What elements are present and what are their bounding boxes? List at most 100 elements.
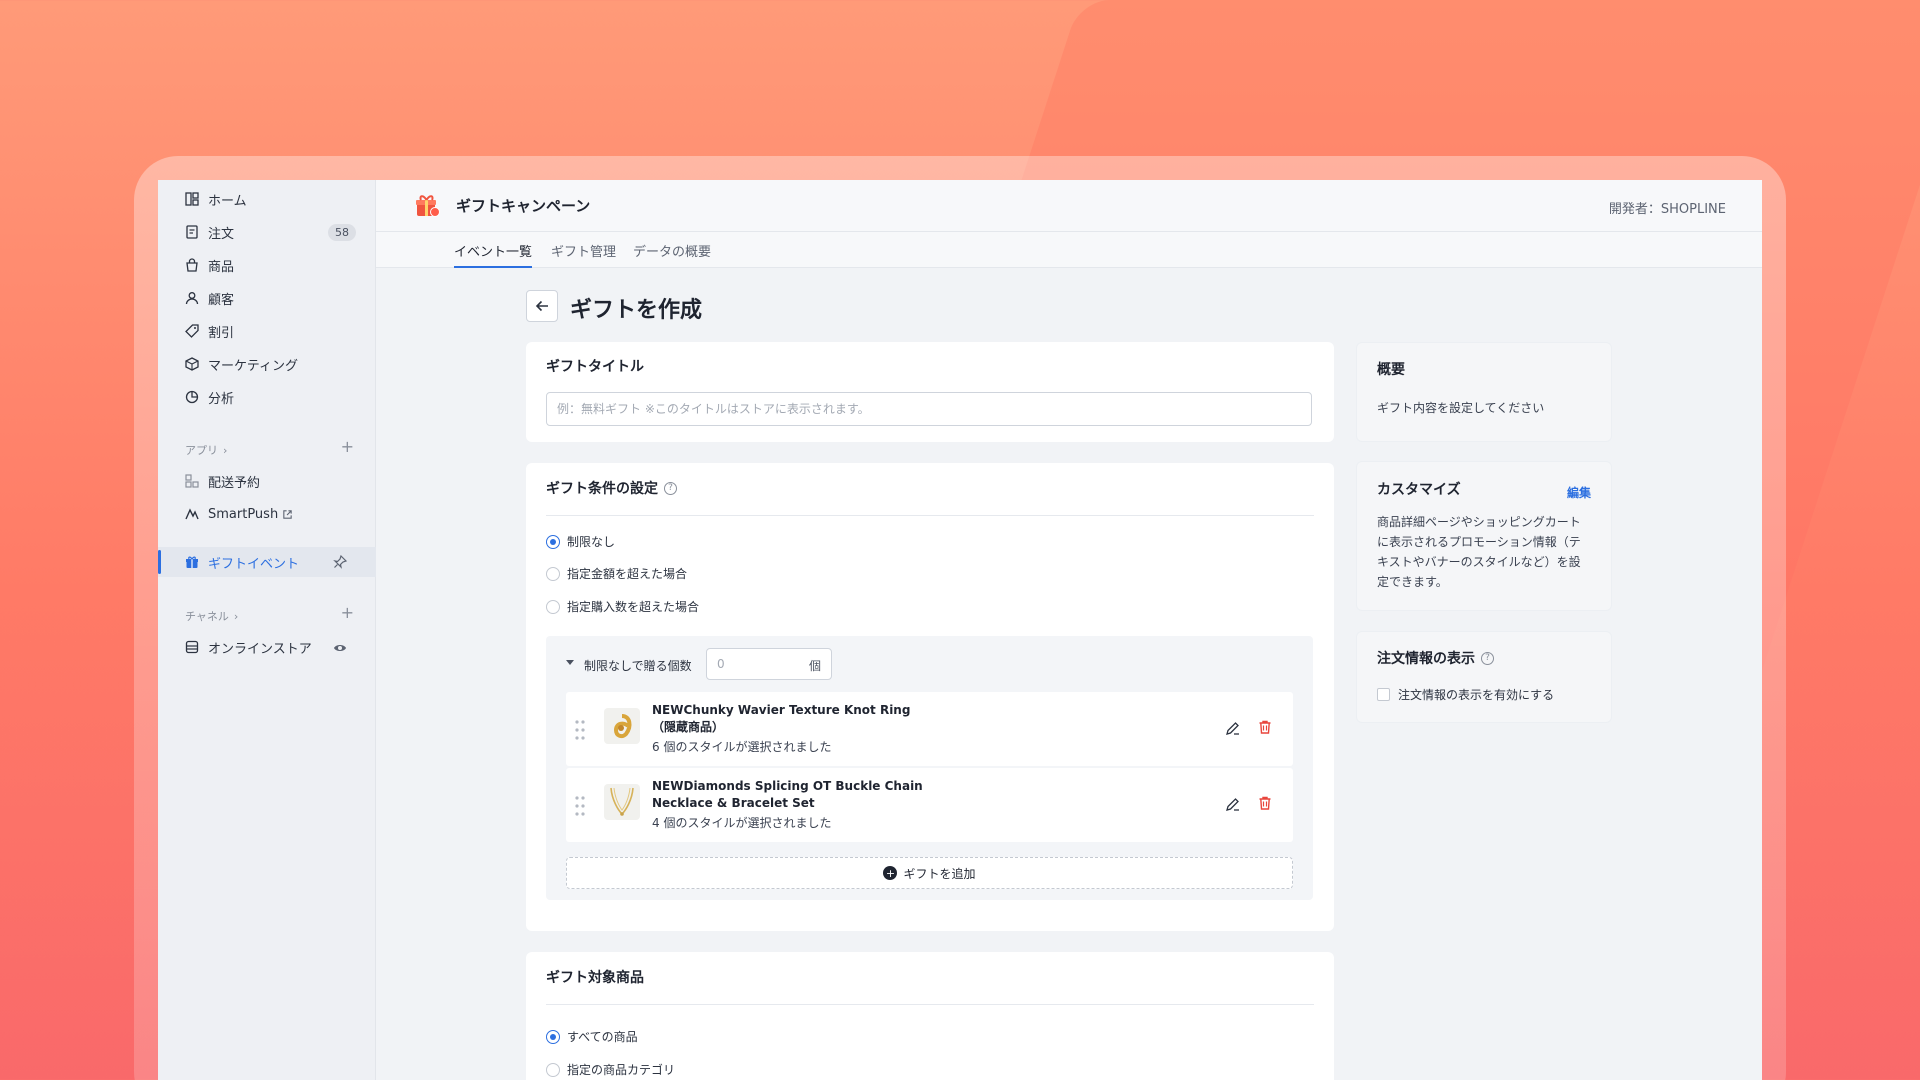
tab-gift-management[interactable]: ギフト管理	[551, 241, 616, 268]
gift-count-input[interactable]: 0 個	[706, 648, 832, 680]
channels-section-label[interactable]: チャネル ›	[185, 608, 238, 624]
orders-count-badge: 58	[328, 224, 356, 241]
sidebar-item-orders[interactable]: 注文 58	[158, 217, 376, 247]
discount-icon	[185, 324, 199, 338]
add-channel-plus-icon[interactable]: +	[341, 605, 354, 621]
trash-icon[interactable]	[1257, 719, 1273, 735]
gift-conditions-card: ギフト条件の設定 ? 制限なし 指定金額を超えた場合 指定購入数を超えた場合 制…	[526, 463, 1334, 931]
edit-icon[interactable]	[1225, 720, 1241, 736]
sidebar-item-customers[interactable]: 顧客	[158, 283, 376, 313]
app-header: ギフトキャンペーン 開発者：SHOPLINE	[376, 180, 1762, 232]
chevron-right-icon: ›	[233, 609, 239, 623]
tab-data-overview[interactable]: データの概要	[633, 241, 711, 268]
sidebar: ホーム 注文 58 商品 顧客 割引 マーケティング 分析 アプリ › + 配送…	[158, 180, 376, 1080]
products-icon	[186, 258, 198, 272]
order-info-heading: 注文情報の表示 ?	[1377, 648, 1494, 668]
gift-item-row: NEWChunky Wavier Texture Knot Ring（隠蔵商品）…	[566, 692, 1293, 766]
developer-label: 開発者：SHOPLINE	[1608, 202, 1726, 217]
gift-name: NEWChunky Wavier Texture Knot Ring（隠蔵商品）	[652, 703, 911, 734]
radio-button[interactable]	[546, 1029, 560, 1044]
sidebar-item-label: 商品	[208, 259, 235, 275]
sidebar-item-label: 注文	[208, 226, 235, 242]
gift-count-value: 0	[717, 657, 725, 671]
gift-target-heading: ギフト対象商品	[546, 970, 644, 986]
sidebar-item-label: マーケティング	[208, 358, 298, 374]
ring-image-icon	[613, 714, 632, 739]
ring-product-thumbnail	[604, 708, 640, 744]
radio-button[interactable]	[546, 599, 560, 614]
condition-option-amount[interactable]: 指定金額を超えた場合	[546, 565, 687, 582]
gift-title-heading: ギフトタイトル	[546, 359, 644, 375]
checkbox[interactable]	[1377, 688, 1390, 701]
sidebar-item-label: 配送予約	[208, 475, 261, 491]
active-indicator	[158, 550, 161, 574]
sidebar-item-label: 分析	[208, 391, 235, 407]
customize-heading: カスタマイズ	[1377, 482, 1461, 498]
add-app-plus-icon[interactable]: +	[341, 439, 354, 455]
edit-icon[interactable]	[1225, 796, 1241, 812]
help-icon[interactable]: ?	[664, 481, 677, 495]
delivery-icon	[185, 474, 199, 488]
gift-name: NEWDiamonds Splicing OT Buckle Chain Nec…	[652, 779, 923, 810]
analytics-icon	[185, 390, 199, 404]
gift-count-unit: 個	[808, 659, 821, 673]
smartpush-icon	[185, 508, 199, 520]
sidebar-item-marketing[interactable]: マーケティング	[158, 349, 376, 379]
sidebar-item-gift-event[interactable]: ギフトイベント	[158, 547, 376, 577]
customers-icon	[185, 292, 199, 305]
gift-target-products-card: ギフト対象商品 すべての商品 指定の商品カテゴリ	[526, 952, 1334, 1080]
tab-event-list[interactable]: イベント一覧	[454, 241, 533, 268]
page-title: ギフトを作成	[570, 298, 703, 323]
drag-handle-icon[interactable]	[574, 795, 586, 817]
store-icon	[185, 640, 199, 654]
app-screen: ホーム 注文 58 商品 顧客 割引 マーケティング 分析 アプリ › + 配送…	[158, 180, 1762, 1080]
gift-conditions-heading: ギフト条件の設定 ?	[546, 478, 677, 498]
add-gift-button[interactable]: + ギフトを追加	[566, 857, 1293, 889]
sidebar-item-online-store[interactable]: オンラインストア	[158, 632, 376, 662]
sidebar-item-delivery[interactable]: 配送予約	[158, 466, 376, 496]
sidebar-item-label: オンラインストア	[208, 641, 312, 657]
order-info-card: 注文情報の表示 ? 注文情報の表示を有効にする	[1356, 631, 1612, 723]
divider	[546, 1004, 1314, 1005]
sidebar-item-analytics[interactable]: 分析	[158, 382, 376, 412]
customize-edit-link[interactable]: 編集	[1567, 484, 1591, 501]
sidebar-item-discounts[interactable]: 割引	[158, 316, 376, 346]
sidebar-item-label: SmartPush	[208, 506, 279, 522]
target-option-all-products[interactable]: すべての商品	[546, 1028, 638, 1045]
order-info-toggle[interactable]: 注文情報の表示を有効にする	[1377, 686, 1554, 703]
external-link-icon	[283, 509, 292, 519]
home-icon	[185, 192, 199, 206]
gift-title-input[interactable]	[546, 392, 1312, 426]
condition-option-no-limit[interactable]: 制限なし	[546, 533, 615, 550]
sidebar-item-label: 顧客	[208, 292, 235, 308]
radio-button[interactable]	[546, 1062, 560, 1077]
sidebar-item-label: ギフトイベント	[208, 556, 300, 572]
help-icon[interactable]: ?	[1481, 651, 1494, 665]
trash-icon[interactable]	[1257, 795, 1273, 811]
sidebar-item-products[interactable]: 商品	[158, 250, 376, 280]
sidebar-item-home[interactable]: ホーム	[158, 184, 376, 214]
necklace-product-thumbnail	[604, 784, 640, 820]
caret-down-icon[interactable]	[566, 660, 574, 665]
pin-icon[interactable]	[333, 555, 347, 569]
target-option-category[interactable]: 指定の商品カテゴリ	[546, 1061, 675, 1078]
divider	[546, 515, 1314, 516]
apps-section-label[interactable]: アプリ ›	[185, 442, 227, 458]
drag-handle-icon[interactable]	[574, 719, 586, 741]
gift-item-row: NEWDiamonds Splicing OT Buckle Chain Nec…	[566, 768, 1293, 842]
customize-description: 商品詳細ページやショッピングカートに表示されるプロモーション情報（テキストやバナ…	[1377, 515, 1581, 589]
eye-icon[interactable]	[333, 641, 347, 655]
sidebar-item-label: 割引	[208, 325, 235, 341]
radio-button[interactable]	[546, 534, 560, 549]
customize-card: カスタマイズ 編集 商品詳細ページやショッピングカートに表示されるプロモーション…	[1356, 461, 1612, 611]
tab-bar: イベント一覧 ギフト管理 データの概要	[376, 232, 1762, 268]
back-button[interactable]	[526, 290, 558, 322]
gift-count-label: 制限なしで贈る個数	[584, 659, 692, 673]
gift-title-card: ギフトタイトル	[526, 342, 1334, 442]
condition-option-quantity[interactable]: 指定購入数を超えた場合	[546, 598, 699, 615]
sidebar-item-smartpush[interactable]: SmartPush	[158, 499, 376, 529]
app-title: ギフトキャンペーン	[456, 197, 591, 215]
radio-button[interactable]	[546, 566, 560, 581]
gift-styles: 4 個のスタイルが選択されました	[652, 816, 832, 830]
necklace-image-icon	[610, 787, 634, 816]
